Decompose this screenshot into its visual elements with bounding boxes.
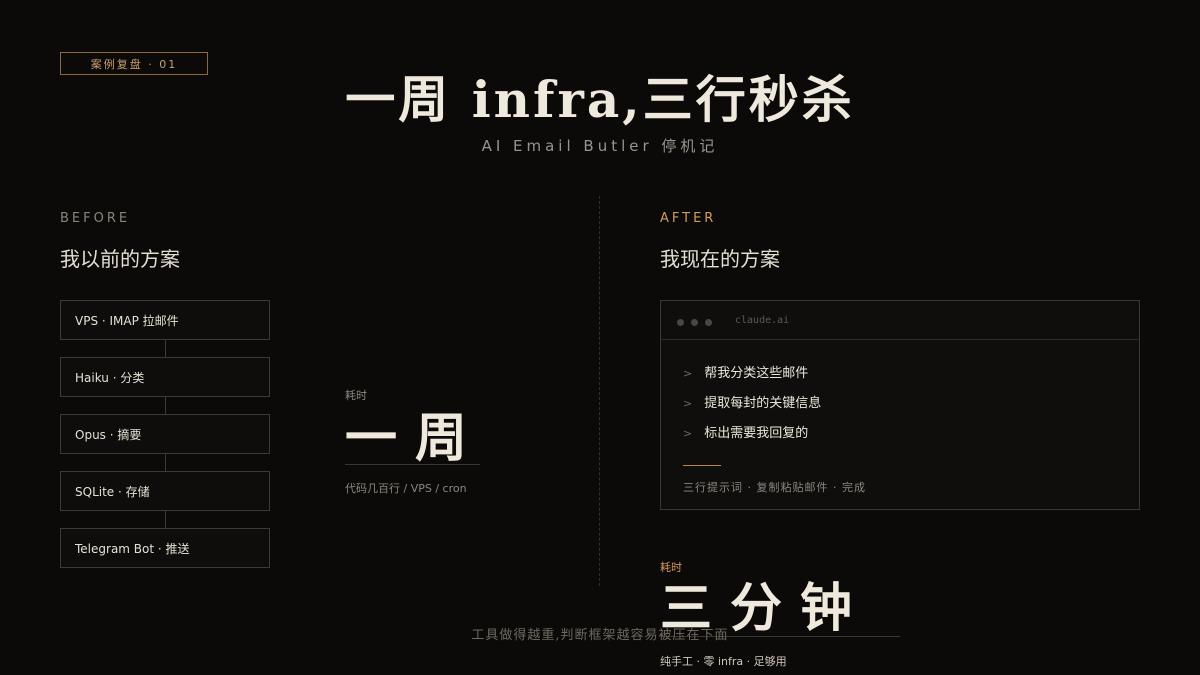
footer-quote: 工具做得越重,判断框架越容易被压在下面 [471, 628, 729, 643]
after-label: AFTER [660, 211, 717, 226]
window-footer: 三行提示词 · 复制粘贴邮件 · 完成 [683, 481, 866, 494]
page-subtitle: AI Email Butler 停机记 [481, 137, 719, 155]
before-step-telegram: Telegram Bot · 推送 [60, 528, 270, 568]
step-connector [165, 340, 166, 357]
chat-window: claude.ai > 帮我分类这些邮件 > 提取每封的关键信息 > 标出需要我回复的… [660, 300, 1140, 510]
before-heading: 我以前的方案 [60, 247, 180, 271]
page-title: 一周 infra,三行秒杀 [345, 70, 855, 129]
before-time-value: 一周 [345, 408, 486, 469]
window-accent-rule [683, 465, 721, 466]
prompt-text: 提取每封的关键信息 [704, 396, 822, 411]
prompt-chevron-icon: > [683, 397, 693, 410]
prompt-text: 标出需要我回复的 [704, 426, 809, 441]
after-heading: 我现在的方案 [660, 247, 780, 271]
before-step-vps: VPS · IMAP 拉邮件 [60, 300, 270, 340]
prompt-text: 帮我分类这些邮件 [704, 366, 809, 381]
step-connector [165, 397, 166, 414]
window-title-bar: claude.ai [661, 301, 1139, 340]
before-step-haiku: Haiku · 分类 [60, 357, 270, 397]
before-label: BEFORE [60, 211, 131, 226]
prompt-line: > 帮我分类这些邮件 [683, 362, 808, 381]
step-connector [165, 511, 166, 528]
prompt-chevron-icon: > [683, 367, 693, 380]
window-dot-icon [677, 319, 684, 326]
before-step-opus: Opus · 摘要 [60, 414, 270, 454]
before-note: 代码几百行 / VPS / cron [345, 482, 467, 495]
center-divider [599, 196, 600, 586]
step-connector [165, 454, 166, 471]
prompt-chevron-icon: > [683, 427, 693, 440]
prompt-line: > 标出需要我回复的 [683, 422, 808, 441]
before-time-rule [345, 464, 480, 465]
window-url: claude.ai [735, 315, 790, 326]
prompt-line: > 提取每封的关键信息 [683, 392, 821, 411]
window-dot-icon [691, 319, 698, 326]
before-step-sqlite: SQLite · 存储 [60, 471, 270, 511]
after-note: 纯手工 · 零 infra · 足够用 [660, 655, 787, 668]
window-dot-icon [705, 319, 712, 326]
